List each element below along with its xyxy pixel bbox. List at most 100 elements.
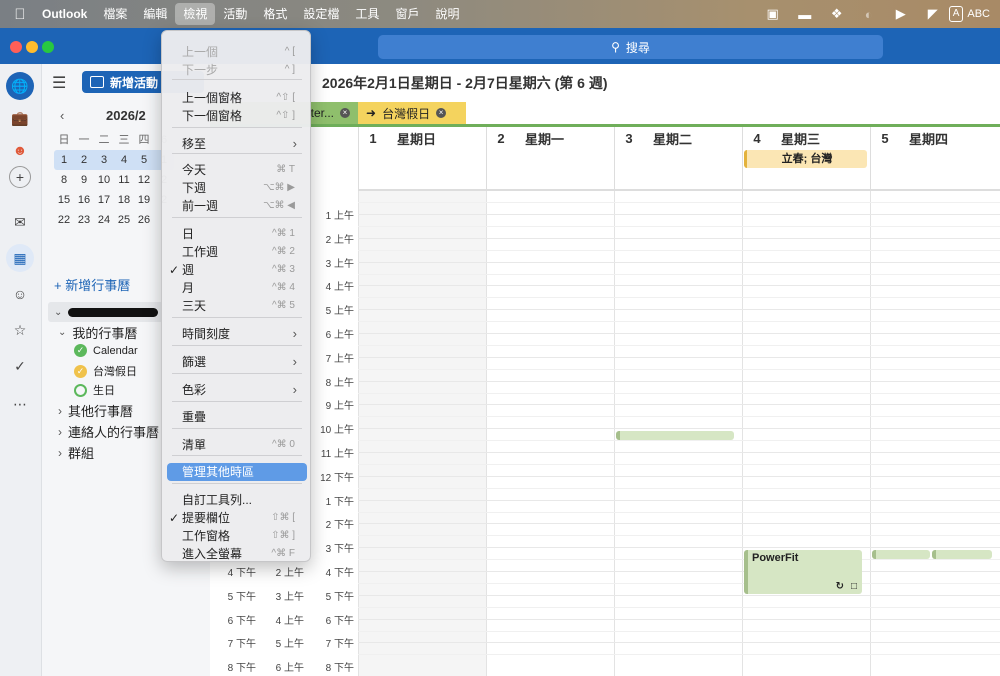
day-column[interactable] xyxy=(742,191,870,676)
all-day-cell[interactable] xyxy=(614,149,742,191)
calendar-event[interactable] xyxy=(616,431,734,440)
mini-day[interactable]: 10 xyxy=(94,170,114,190)
mini-day[interactable]: 24 xyxy=(94,210,114,230)
menu-item-10[interactable]: ✓ 週 ^⌘ 3 xyxy=(167,261,307,279)
tab-holidays[interactable]: ➜ 台灣假日 × xyxy=(358,102,466,124)
menu-item-19[interactable]: 自訂工具列... xyxy=(167,491,307,509)
mini-day[interactable]: 15 xyxy=(54,190,74,210)
hamburger-icon[interactable]: ☰ xyxy=(52,73,66,93)
menu-item-6[interactable]: 下週 ⌥⌘ ▶ xyxy=(167,179,307,197)
mail-icon[interactable]: ✉ xyxy=(6,208,34,236)
menu-item-9[interactable]: 工作週 ^⌘ 2 xyxy=(167,243,307,261)
all-day-cell[interactable] xyxy=(870,149,1000,191)
input-method-label[interactable]: ABC xyxy=(967,8,990,20)
mini-day[interactable]: 18 xyxy=(114,190,134,210)
chevron-down-icon[interactable]: ⌄ xyxy=(54,307,62,318)
mini-day[interactable]: 19 xyxy=(134,190,154,210)
mini-day[interactable]: 25 xyxy=(114,210,134,230)
menu-item-8[interactable]: 日 ^⌘ 1 xyxy=(167,225,307,243)
check-icon[interactable]: ✓ xyxy=(74,344,87,357)
menu-item-16[interactable]: 重疊 xyxy=(167,408,307,426)
menu-item-14[interactable]: 篩選 › xyxy=(167,353,307,371)
close-icon[interactable]: × xyxy=(340,108,350,118)
input-method-icon[interactable]: A xyxy=(948,6,964,22)
my-calendars-group[interactable]: ⌄ 我的行事曆 xyxy=(58,323,137,342)
menu-item-3[interactable]: 下一個窗格 ^⇧ ] xyxy=(167,107,307,125)
menu-item-22[interactable]: 進入全螢幕 ^⌘ F xyxy=(167,545,307,563)
keyboard-status-icon[interactable]: ▬ xyxy=(789,7,821,22)
other-calendars-group[interactable]: › 其他行事曆 xyxy=(58,401,133,420)
menu-item-21[interactable]: 工作窗格 ⇧⌘ ] xyxy=(167,527,307,545)
day-header[interactable]: 5 星期四 xyxy=(870,127,1000,149)
all-day-cell[interactable] xyxy=(486,149,614,191)
close-icon[interactable]: × xyxy=(436,108,447,118)
calendar-event[interactable] xyxy=(872,550,930,559)
menu-profile[interactable]: 設定檔 xyxy=(295,3,347,25)
calendar-icon[interactable]: ▦ xyxy=(6,244,34,272)
mini-day[interactable]: 5 xyxy=(134,150,154,170)
menu-item-13[interactable]: 時間刻度 › xyxy=(167,325,307,343)
menu-item-17[interactable]: 清單 ^⌘ 0 xyxy=(167,436,307,454)
contact-calendars-group[interactable]: › 連絡人的行事曆 xyxy=(58,422,159,441)
people-icon[interactable]: ☺ xyxy=(6,280,34,308)
menu-format[interactable]: 格式 xyxy=(255,3,295,25)
add-calendar-link[interactable]: + 新增行事曆 xyxy=(54,275,130,294)
mini-day[interactable]: 17 xyxy=(94,190,114,210)
menu-item-20[interactable]: ✓ 提要欄位 ⇧⌘ [ xyxy=(167,509,307,527)
add-account-icon[interactable]: + xyxy=(9,166,31,188)
menu-item-7[interactable]: 前一週 ⌥⌘ ◀ xyxy=(167,197,307,215)
groups-group[interactable]: › 群組 xyxy=(58,443,94,462)
menu-item-15[interactable]: 色彩 › xyxy=(167,381,307,399)
chevron-down-icon[interactable]: ⌄ xyxy=(58,327,66,338)
menu-view[interactable]: 檢視 xyxy=(175,3,216,25)
globe-icon[interactable]: 🌐 xyxy=(6,72,34,100)
star-icon[interactable]: ☆ xyxy=(6,316,34,344)
apple-icon[interactable]:  xyxy=(0,6,40,23)
close-window-button[interactable] xyxy=(10,41,22,53)
menu-file[interactable]: 檔案 xyxy=(95,3,135,25)
chevron-left-icon[interactable]: ‹ xyxy=(60,108,64,123)
mini-day[interactable]: 26 xyxy=(134,210,154,230)
mini-day[interactable]: 23 xyxy=(74,210,94,230)
mini-day[interactable]: 3 xyxy=(94,150,114,170)
menu-item-5[interactable]: 今天 ⌘ T xyxy=(167,161,307,179)
zoom-window-button[interactable] xyxy=(42,41,54,53)
day-column[interactable] xyxy=(358,191,486,676)
share-status-icon[interactable]: ❖ xyxy=(821,6,853,22)
day-column[interactable] xyxy=(870,191,1000,676)
mini-day[interactable]: 12 xyxy=(134,170,154,190)
menu-event[interactable]: 活動 xyxy=(215,3,255,25)
day-header[interactable]: 1 星期日 xyxy=(358,127,486,149)
search-bar[interactable]: ⚲ 搜尋 xyxy=(378,35,883,59)
display-status-icon[interactable]: ◤ xyxy=(917,6,949,22)
mini-day[interactable]: 2 xyxy=(74,150,94,170)
day-header[interactable]: 3 星期二 xyxy=(614,127,742,149)
tasks-icon[interactable]: ✓ xyxy=(6,352,34,380)
check-icon[interactable]: ✓ xyxy=(74,364,87,378)
menu-item-2[interactable]: 上一個窗格 ^⇧ [ xyxy=(167,89,307,107)
day-header[interactable]: 2 星期一 xyxy=(486,127,614,149)
menu-item-4[interactable]: 移至 › xyxy=(167,135,307,153)
calendar-item-birthdays[interactable]: 生日 xyxy=(74,382,115,398)
menu-edit[interactable]: 編輯 xyxy=(135,3,175,25)
calendar-event[interactable] xyxy=(932,550,992,559)
mini-day[interactable]: 11 xyxy=(114,170,134,190)
menu-help[interactable]: 說明 xyxy=(427,3,467,25)
more-icon[interactable]: ⋯ xyxy=(6,390,34,418)
chevron-right-icon[interactable]: › xyxy=(58,425,62,439)
mini-day[interactable]: 16 xyxy=(74,190,94,210)
menu-app[interactable]: Outlook xyxy=(40,3,95,25)
mini-day[interactable]: 8 xyxy=(54,170,74,190)
calendar-item-holidays[interactable]: ✓ 台灣假日 xyxy=(74,363,137,379)
chevron-right-icon[interactable]: › xyxy=(58,404,62,418)
minimize-window-button[interactable] xyxy=(26,41,38,53)
forward-status-icon[interactable]: ▶ xyxy=(885,6,917,22)
menu-window[interactable]: 窗戶 xyxy=(387,3,427,25)
mini-day[interactable]: 4 xyxy=(114,150,134,170)
holiday-event[interactable]: 立春; 台灣 xyxy=(744,150,867,168)
mini-day[interactable]: 9 xyxy=(74,170,94,190)
menu-item-12[interactable]: 三天 ^⌘ 5 xyxy=(167,297,307,315)
menu-tools[interactable]: 工具 xyxy=(347,3,387,25)
mini-day[interactable]: 1 xyxy=(54,150,74,170)
loading-status-icon[interactable]: ◐ xyxy=(853,7,885,22)
